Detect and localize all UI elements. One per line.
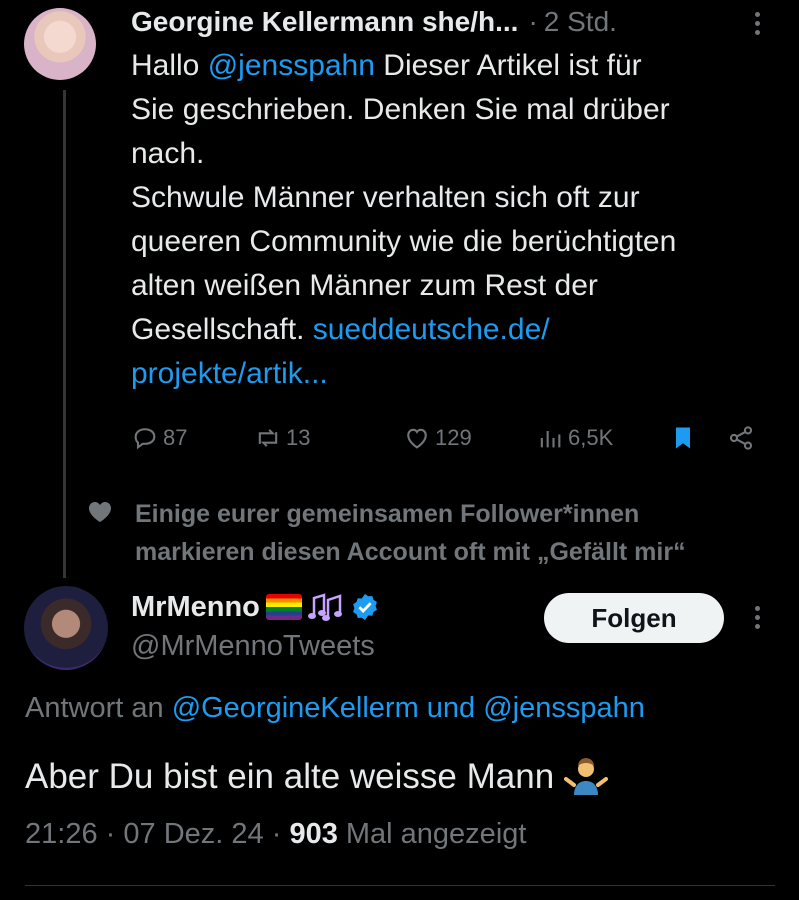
tweet-text-fragment: Gesellschaft.: [131, 313, 313, 346]
more-options-icon[interactable]: [742, 602, 772, 636]
reply-conjunction: und: [418, 692, 484, 724]
user-handle[interactable]: @MrMennoTweets: [131, 630, 375, 663]
tweet-timestamp: 21:26 · 07 Dez. 24 · 903 Mal angezeigt: [25, 818, 526, 851]
tweet-text-line: Sie geschrieben. Denken Sie mal drüber: [131, 88, 781, 132]
reply-prefix: Antwort an: [25, 692, 172, 724]
tweet-text-fragment: Dieser Artikel ist für: [374, 49, 642, 82]
social-context-line-2: markieren diesen Account oft mit „Gefäll…: [135, 538, 686, 566]
follow-button[interactable]: Folgen: [544, 593, 724, 643]
tweet-text-line: Gesellschaft. sueddeutsche.de/: [131, 308, 781, 352]
time-ago[interactable]: 2 Std.: [544, 6, 617, 38]
like-count: 129: [435, 425, 472, 450]
tweet-text-line: projekte/artik...: [131, 352, 781, 396]
article-link[interactable]: sueddeutsche.de/: [313, 313, 550, 346]
retweet-button[interactable]: 13: [254, 420, 310, 456]
social-context-line-1: Einige eurer gemeinsamen Follower*innen: [135, 500, 640, 528]
views-button[interactable]: 6,5K: [536, 420, 613, 456]
tweet-text: Hallo @jensspahn Dieser Artikel ist für S…: [131, 44, 781, 396]
tweet-text-line: Schwule Männer verhalten sich oft zur: [131, 176, 781, 220]
views-count: 6,5K: [568, 425, 614, 450]
author-name[interactable]: Georgine Kellermann she/h...: [131, 6, 518, 38]
share-button[interactable]: [727, 420, 755, 456]
separator: ·: [528, 6, 538, 37]
tweet-text-line: nach.: [131, 132, 781, 176]
tweet-text-line: Hallo @jensspahn Dieser Artikel ist für: [131, 44, 781, 88]
mention-link[interactable]: @jensspahn: [208, 49, 375, 82]
rainbow-flag-icon: [265, 594, 302, 620]
tweet-text-line: alten weißen Männer zum Rest der: [131, 264, 781, 308]
more-options-icon[interactable]: [742, 8, 772, 42]
tweet-text-fragment: Schwule Männer verhalten sich oft zur: [131, 181, 640, 214]
tweet-text-fragment: alten weißen Männer zum Rest der: [131, 269, 598, 302]
tweet2-author[interactable]: MrMenno: [131, 587, 380, 627]
divider: [25, 885, 775, 886]
bookmark-button[interactable]: [669, 420, 697, 456]
verified-badge-icon[interactable]: [350, 592, 380, 622]
retweet-count: 13: [286, 425, 311, 450]
tweet-text-fragment: queeren Community wie die berüchtigten: [131, 225, 677, 258]
time[interactable]: 21:26: [25, 818, 98, 850]
reply-button[interactable]: 87: [131, 420, 187, 456]
heart-icon: [89, 502, 111, 522]
views-label: Mal angezeigt: [337, 818, 527, 850]
reply-mention-georgine[interactable]: @GeorgineKellerm: [172, 692, 419, 724]
avatar-mrmenno[interactable]: [24, 586, 108, 670]
retweet-icon: [258, 429, 278, 447]
tweet1-header: Georgine Kellermann she/h... · 2 Std.: [131, 4, 771, 40]
reply-text: Aber Du bist ein alte weisse Mann: [25, 757, 555, 796]
author-name: MrMenno: [131, 590, 260, 623]
shrug-icon: [564, 758, 609, 795]
separator: ·: [271, 818, 282, 850]
tweet-text-fragment: Hallo: [131, 49, 208, 82]
reply-mention-jensspahn[interactable]: @jensspahn: [483, 692, 645, 724]
heart-icon: [407, 428, 427, 449]
reply-count: 87: [163, 425, 188, 450]
views-count: 903: [289, 818, 338, 850]
bookmark-icon: [676, 427, 690, 449]
reply-icon: [134, 428, 156, 450]
tweet-text-fragment: nach.: [131, 137, 205, 170]
thread-line: [63, 90, 66, 578]
tweet-actions: 87 13 129 6,5K: [131, 420, 771, 456]
reply-tweet-text: Aber Du bist ein alte weisse Mann: [25, 755, 609, 799]
tweet-text-line: queeren Community wie die berüchtigten: [131, 220, 781, 264]
views-icon: [540, 431, 561, 448]
date[interactable]: 07 Dez. 24: [123, 818, 263, 850]
reply-to-line: Antwort an @GeorgineKellerm und @jensspa…: [25, 692, 645, 725]
share-icon: [729, 426, 753, 450]
musical-notes-icon: [307, 593, 342, 621]
article-link[interactable]: projekte/artik...: [131, 357, 328, 390]
tweet-text-fragment: Sie geschrieben. Denken Sie mal drüber: [131, 93, 670, 126]
like-button[interactable]: 129: [403, 420, 472, 456]
avatar-georgine[interactable]: [24, 8, 96, 80]
separator: ·: [105, 818, 116, 850]
